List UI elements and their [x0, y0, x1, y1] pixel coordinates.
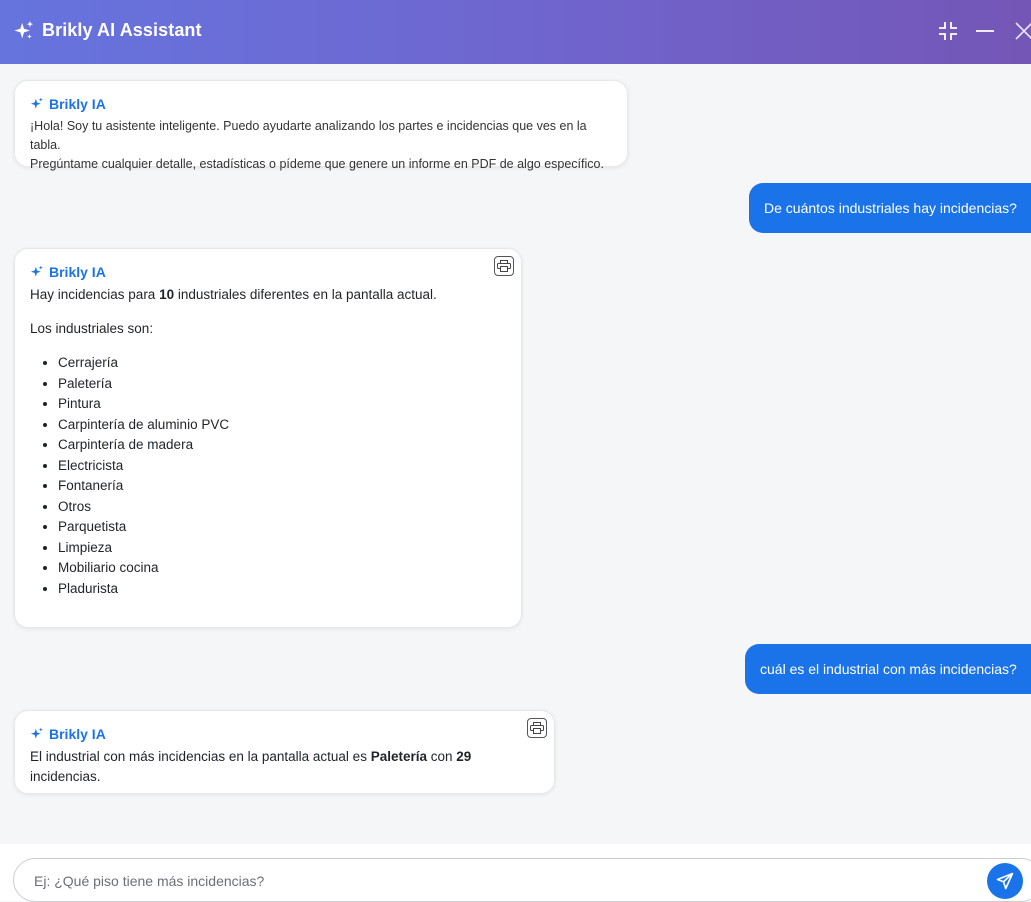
list-item: Pladurista [58, 579, 507, 600]
list-item: Carpintería de aluminio PVC [58, 415, 507, 436]
user-message: De cuántos industriales hay incidencias? [749, 183, 1031, 233]
send-icon [996, 872, 1014, 890]
list-item: Cerrajería [58, 353, 507, 374]
close-icon [1015, 22, 1031, 40]
print-button[interactable] [494, 256, 514, 276]
bot-message-text: Hay incidencias para 10 industriales dif… [30, 285, 507, 599]
message-input-wrapper[interactable] [13, 858, 1031, 902]
sparkle-icon [30, 727, 43, 739]
industrial-list: Cerrajería Paletería Pintura Carpintería… [30, 353, 507, 599]
printer-icon [497, 260, 511, 272]
user-message: cuál es el industrial con más incidencia… [745, 644, 1031, 694]
bot-name: Brikly IA [49, 96, 106, 112]
bot-message: Brikly IA Hay incidencias para 10 indust… [14, 248, 522, 628]
user-message-text: cuál es el industrial con más incidencia… [760, 661, 1017, 677]
printer-icon [530, 722, 544, 734]
message-input[interactable] [32, 870, 966, 892]
minimize-button[interactable] [974, 20, 996, 42]
message-list[interactable]: Brikly IA ¡Hola! Soy tu asistente inteli… [0, 64, 1031, 844]
greeting-line-2: Pregúntame cualquier detalle, estadístic… [30, 157, 604, 171]
list-intro: Los industriales son: [30, 321, 154, 336]
list-item: Paletería [58, 374, 507, 395]
bot-message-text: ¡Hola! Soy tu asistente inteligente. Pue… [30, 117, 613, 174]
chat-header: Brikly AI Assistant [0, 0, 1031, 64]
list-item: Carpintería de madera [58, 435, 507, 456]
app-title: Brikly AI Assistant [42, 20, 202, 40]
composer [0, 844, 1031, 902]
greeting-line-1: ¡Hola! Soy tu asistente inteligente. Pue… [30, 119, 587, 152]
list-item: Fontanería [58, 476, 507, 497]
list-item: Mobiliario cocina [58, 558, 507, 579]
bot-message: Brikly IA El industrial con más incidenc… [14, 710, 555, 794]
answer-line: Hay incidencias para 10 industriales dif… [30, 287, 437, 302]
send-button[interactable] [987, 863, 1023, 899]
user-message-text: De cuántos industriales hay incidencias? [764, 200, 1017, 216]
sparkle-icon [30, 265, 43, 277]
bot-message-text: El industrial con más incidencias en la … [30, 747, 540, 787]
collapse-button[interactable] [937, 20, 959, 42]
list-item: Parquetista [58, 517, 507, 538]
bot-name: Brikly IA [49, 264, 106, 280]
list-item: Otros [58, 497, 507, 518]
answer-line: El industrial con más incidencias en la … [30, 749, 472, 784]
collapse-icon [939, 22, 957, 40]
close-button[interactable] [1013, 20, 1031, 42]
print-button[interactable] [527, 718, 547, 738]
list-item: Pintura [58, 394, 507, 415]
bot-name: Brikly IA [49, 726, 106, 742]
sparkle-icon [30, 97, 43, 109]
list-item: Electricista [58, 456, 507, 477]
bot-message: Brikly IA ¡Hola! Soy tu asistente inteli… [14, 80, 628, 171]
sparkle-icon [14, 20, 34, 39]
list-item: Limpieza [58, 538, 507, 559]
minimize-icon [976, 30, 994, 32]
